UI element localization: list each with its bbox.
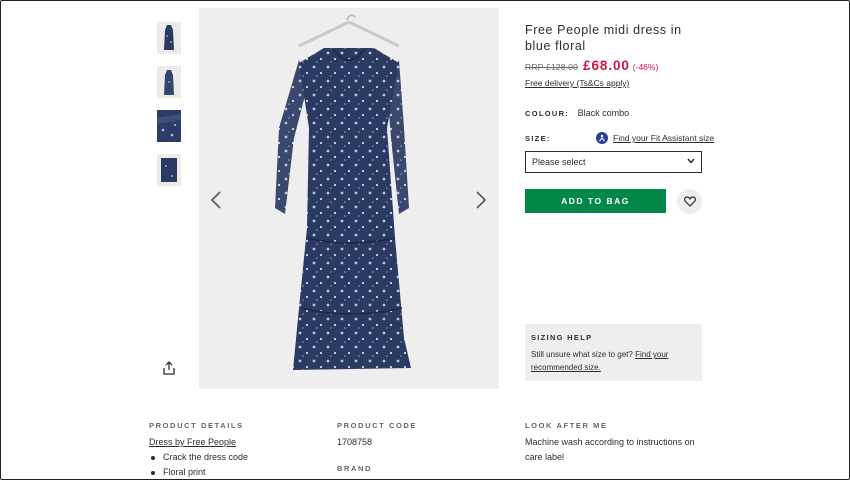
discount-badge: (-46%) [632,62,659,72]
size-select-value: Please select [532,157,586,167]
fit-assistant-icon [596,132,608,144]
recommended-size-link-part1[interactable]: Find your [635,350,668,359]
care-instructions-line2: care label [525,452,565,462]
free-delivery-link[interactable]: Free delivery (Ts&Cs apply) [525,78,629,88]
price-row: RRP £128.00 £68.00 (-46%) [525,58,658,73]
fit-assistant-link[interactable]: Find your Fit Assistant size [596,132,714,144]
sizing-help-text: Still unsure what size to get? Find your… [531,348,696,374]
product-details-list: Crack the dress code Floral print [149,450,248,480]
dress-thumbnail-image [164,25,174,50]
chevron-down-icon [687,158,695,166]
fit-assistant-text: Find your Fit Assistant size [613,133,715,143]
thumbnail-4[interactable] [157,154,181,186]
sizing-help-title: SIZING HELP [531,333,593,342]
thumbnail-2[interactable] [157,66,181,98]
dress-thumbnail-image [164,70,174,95]
main-product-image [199,8,499,389]
list-item: Crack the dress code [149,450,248,465]
size-label: SIZE: [525,134,551,143]
product-code-value: 1708758 [337,437,373,447]
recommended-size-link-part2[interactable]: recommended size. [531,363,601,372]
colour-label: COLOUR: [525,109,570,118]
chevron-left-icon [210,191,221,209]
product-code-heading: PRODUCT CODE [337,421,418,430]
sizing-help-question: Still unsure what size to get? [531,350,633,359]
add-to-bag-button[interactable]: ADD TO BAG [525,189,666,213]
thumbnail-1[interactable] [157,22,181,54]
colour-info: COLOUR: Black combo [525,108,629,118]
brand-link[interactable]: Dress by Free People [149,435,236,450]
thumbnail-strip [157,22,181,198]
rrp-price: RRP £128.00 [525,62,579,72]
heart-icon [683,196,696,207]
product-title: Free People midi dress in blue floral [525,23,682,53]
next-image-button[interactable] [471,186,491,214]
save-for-later-button[interactable] [677,189,702,214]
brand-heading: BRAND [337,464,373,473]
previous-image-button[interactable] [206,186,226,214]
dress-image [275,14,411,370]
chevron-right-icon [476,191,487,209]
care-instructions: Machine wash according to instructions o… [525,435,705,465]
dress-thumbnail-image [161,158,177,182]
list-item: Floral print [149,465,248,480]
current-price: £68.00 [583,58,630,73]
colour-value: Black combo [577,108,630,118]
look-after-me-heading: LOOK AFTER ME [525,421,608,430]
share-icon[interactable] [161,360,177,376]
size-select[interactable]: Please select [525,151,702,173]
dress-closeup-thumbnail-image [157,110,181,142]
care-instructions-line1: Machine wash according to instructions o… [525,437,695,447]
thumbnail-3[interactable] [157,110,181,142]
product-details-heading: PRODUCT DETAILS [149,421,244,430]
sizing-help-box: SIZING HELP Still unsure what size to ge… [525,324,702,381]
